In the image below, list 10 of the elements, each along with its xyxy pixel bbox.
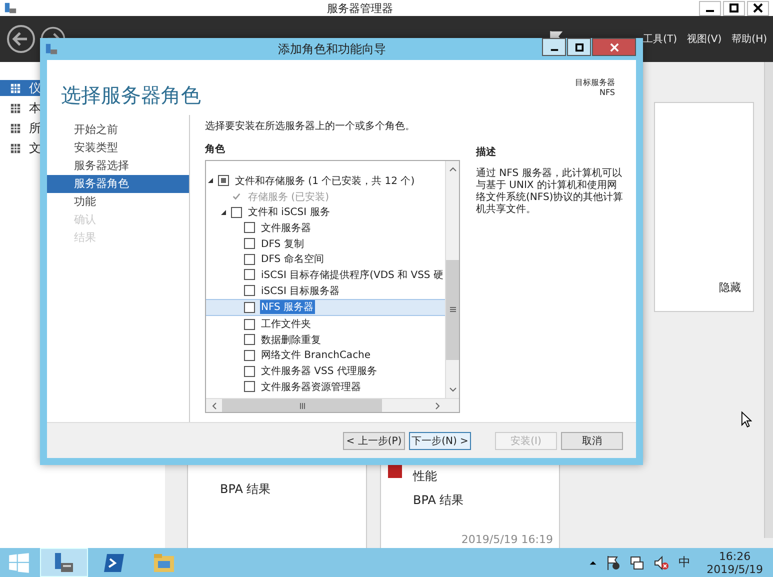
window-title: 服务器管理器 (326, 0, 394, 16)
page-heading: 选择服务器角色 (61, 82, 201, 109)
instruction-text: 选择要安装在所选服务器上的一个或多个角色。 (205, 121, 416, 133)
description-text: 通过 NFS 服务器，此计算机可以与基于 UNIX 的计算机和使用网络文件系统(NFS)协议的其他计算机共享文件。 (476, 168, 624, 216)
target-server-value: NFS (599, 88, 615, 98)
target-server-label: 目标服务器 (575, 78, 615, 88)
dialog-title: 添加角色和功能向导 (277, 40, 387, 58)
timestamp: 2019/5/19 16:19 (461, 533, 553, 546)
roles-heading: 角色 (205, 142, 226, 156)
description-heading: 描述 (476, 146, 497, 159)
